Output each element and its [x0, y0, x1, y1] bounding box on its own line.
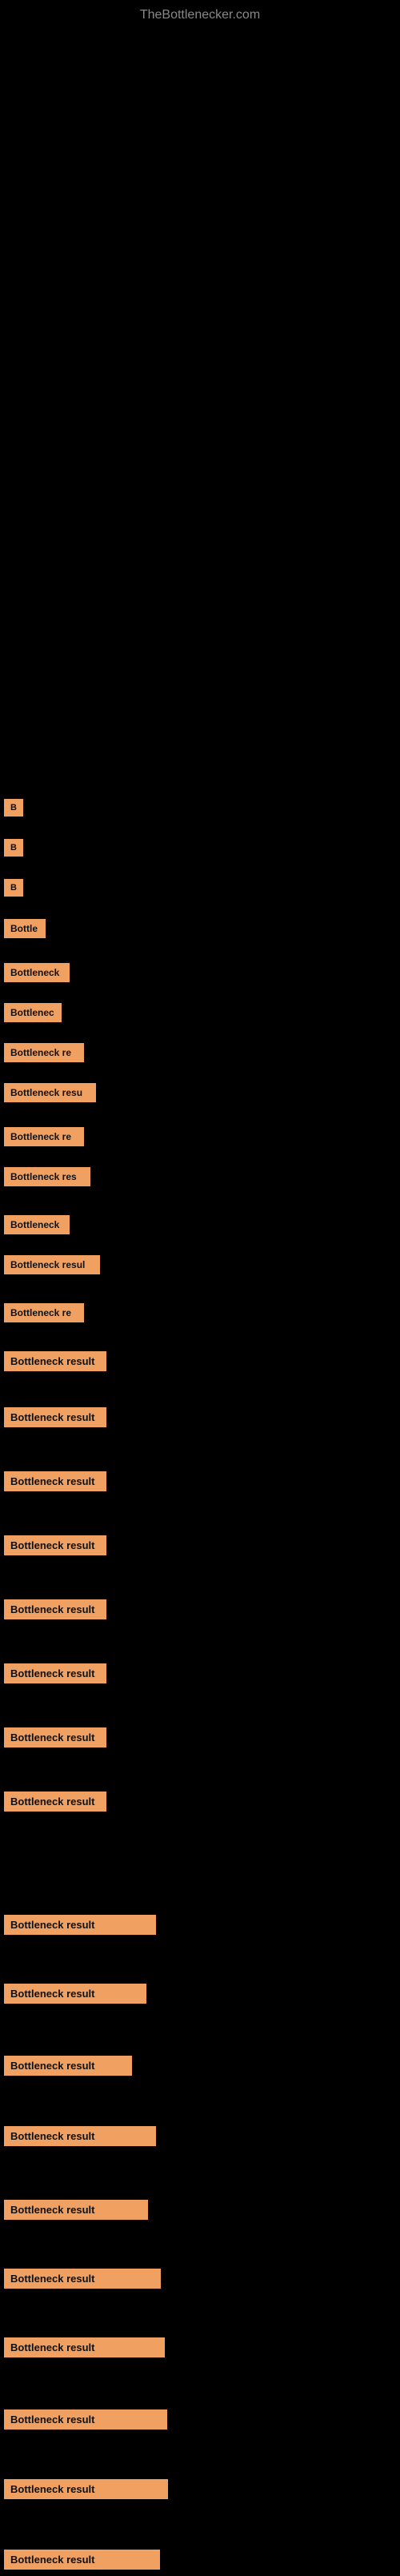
bottleneck-item-29[interactable]: Bottleneck result [4, 2409, 167, 2430]
bottleneck-item-1[interactable]: B [4, 799, 23, 817]
bottleneck-item-24[interactable]: Bottleneck result [4, 2056, 132, 2076]
bottleneck-item-6[interactable]: Bottlenec [4, 1003, 62, 1022]
bottleneck-item-15[interactable]: Bottleneck result [4, 1407, 106, 1427]
bottleneck-item-17[interactable]: Bottleneck result [4, 1535, 106, 1555]
bottleneck-item-16[interactable]: Bottleneck result [4, 1471, 106, 1491]
bottleneck-item-14[interactable]: Bottleneck result [4, 1351, 106, 1371]
bottleneck-item-22[interactable]: Bottleneck result [4, 1915, 156, 1935]
bottleneck-item-25[interactable]: Bottleneck result [4, 2126, 156, 2146]
bottleneck-item-20[interactable]: Bottleneck result [4, 1727, 106, 1747]
bottleneck-item-12[interactable]: Bottleneck resul [4, 1255, 100, 1274]
bottleneck-item-31[interactable]: Bottleneck result [4, 2550, 160, 2570]
bottleneck-item-5[interactable]: Bottleneck [4, 963, 70, 982]
bottleneck-item-11[interactable]: Bottleneck [4, 1215, 70, 1234]
bottleneck-item-8[interactable]: Bottleneck resu [4, 1083, 96, 1102]
content-area: B B B Bottle Bottleneck Bottlenec Bottleneck r… [0, 30, 400, 2576]
bottleneck-item-13[interactable]: Bottleneck re [4, 1303, 84, 1322]
bottleneck-item-3[interactable]: B [4, 879, 23, 897]
bottleneck-item-23[interactable]: Bottleneck result [4, 1984, 146, 2004]
bottleneck-item-2[interactable]: B [4, 839, 23, 857]
bottleneck-item-27[interactable]: Bottleneck result [4, 2269, 161, 2289]
bottleneck-item-18[interactable]: Bottleneck result [4, 1599, 106, 1619]
bottleneck-item-30[interactable]: Bottleneck result [4, 2479, 168, 2499]
bottleneck-item-26[interactable]: Bottleneck result [4, 2200, 148, 2220]
bottleneck-item-7[interactable]: Bottleneck re [4, 1043, 84, 1062]
bottleneck-item-19[interactable]: Bottleneck result [4, 1663, 106, 1683]
bottleneck-item-9[interactable]: Bottleneck re [4, 1127, 84, 1146]
bottleneck-item-4[interactable]: Bottle [4, 919, 46, 938]
site-title: TheBottlenecker.com [0, 0, 400, 30]
bottleneck-item-28[interactable]: Bottleneck result [4, 2337, 165, 2357]
bottleneck-item-21[interactable]: Bottleneck result [4, 1792, 106, 1812]
bottleneck-item-10[interactable]: Bottleneck res [4, 1167, 90, 1186]
